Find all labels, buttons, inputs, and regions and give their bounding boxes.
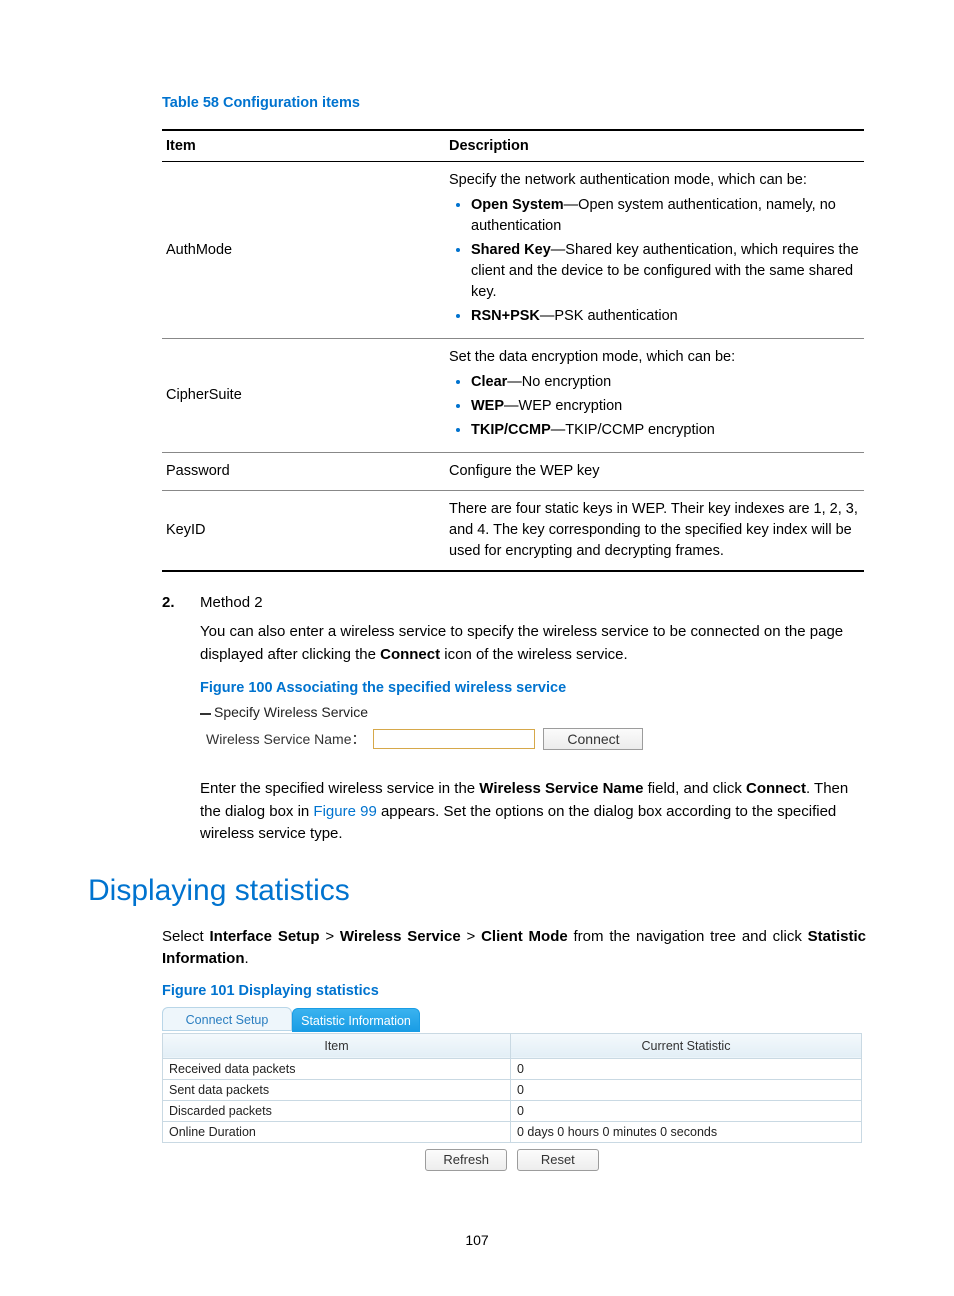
table-row: Online Duration0 days 0 hours 0 minutes …: [163, 1121, 862, 1142]
table58-header-item: Item: [162, 130, 445, 162]
figure101-caption: Figure 101 Displaying statistics: [162, 983, 866, 999]
figure100-section-head: Specify Wireless Service: [200, 704, 866, 720]
row-item: Password: [162, 453, 445, 491]
refresh-button[interactable]: Refresh: [425, 1149, 507, 1171]
table-row: Discarded packets0: [163, 1100, 862, 1121]
page-number: 107: [0, 1232, 954, 1248]
method2-body: You can also enter a wireless service to…: [200, 621, 866, 666]
reset-button[interactable]: Reset: [517, 1149, 599, 1171]
row-desc: There are four static keys in WEP. Their…: [445, 491, 864, 572]
figure99-link[interactable]: Figure 99: [313, 803, 376, 820]
table-row: Received data packets0: [163, 1058, 862, 1079]
table-row: CipherSuite Set the data encryption mode…: [162, 339, 864, 453]
row-desc: Specify the network authentication mode,…: [445, 162, 864, 339]
section-heading-displaying-statistics: Displaying statistics: [88, 874, 866, 908]
table-row: AuthMode Specify the network authenticat…: [162, 162, 864, 339]
figure101: Connect SetupStatistic Information Item …: [162, 1007, 862, 1171]
statistic-table: Item Current Statistic Received data pac…: [162, 1033, 862, 1143]
method2-heading: 2.Method 2: [162, 594, 866, 611]
figure100-caption: Figure 100 Associating the specified wir…: [200, 680, 866, 696]
collapse-icon: [200, 713, 211, 715]
stat-header-current: Current Statistic: [511, 1033, 862, 1058]
row-desc: Configure the WEP key: [445, 453, 864, 491]
post-figure100-text: Enter the specified wireless service in …: [200, 778, 866, 846]
table-row: Sent data packets0: [163, 1079, 862, 1100]
row-item: KeyID: [162, 491, 445, 572]
wireless-service-name-label: Wireless Service Name：: [206, 729, 365, 749]
tab-statistic-information[interactable]: Statistic Information: [292, 1008, 420, 1032]
connect-button[interactable]: Connect: [543, 728, 643, 750]
table58-caption: Table 58 Configuration items: [162, 95, 866, 111]
nav-instruction: Select Interface Setup > Wireless Servic…: [162, 926, 866, 971]
table58: Item Description AuthMode Specify the ne…: [162, 129, 864, 572]
figure100: Specify Wireless Service Wireless Servic…: [200, 704, 866, 750]
row-item: CipherSuite: [162, 339, 445, 453]
row-item: AuthMode: [162, 162, 445, 339]
table-row: KeyID There are four static keys in WEP.…: [162, 491, 864, 572]
row-desc: Set the data encryption mode, which can …: [445, 339, 864, 453]
tab-connect-setup[interactable]: Connect Setup: [162, 1007, 292, 1031]
wireless-service-name-input[interactable]: [373, 729, 535, 749]
stat-header-item: Item: [163, 1033, 511, 1058]
table-row: Password Configure the WEP key: [162, 453, 864, 491]
table58-header-desc: Description: [445, 130, 864, 162]
